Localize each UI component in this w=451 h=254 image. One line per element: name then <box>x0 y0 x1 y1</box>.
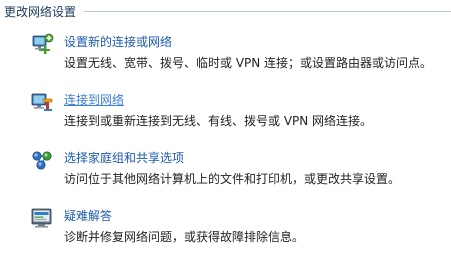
task-setup-new-connection: 设置新的连接或网络 设置无线、宽带、拨号、临时或 VPN 连接；或设置路由器或访… <box>30 32 445 76</box>
connect-to-network-description: 连接到或重新连接到无线、有线、拨号或 VPN 网络连接。 <box>64 114 373 128</box>
task-homegroup-sharing: 选择家庭组和共享选项 访问位于其他网络计算机上的文件和打印机，或更改共享设置。 <box>30 148 445 192</box>
connect-to-network-link[interactable]: 连接到网络 <box>64 92 124 108</box>
section-title: 更改网络设置 <box>4 4 77 19</box>
connect-network-icon <box>30 90 54 114</box>
homegroup-icon <box>30 148 54 172</box>
troubleshoot-description: 诊断并修复网络问题，或获得故障排除信息。 <box>64 230 305 244</box>
troubleshoot-link[interactable]: 疑难解答 <box>64 208 112 224</box>
homegroup-sharing-link[interactable]: 选择家庭组和共享选项 <box>64 150 184 166</box>
task-troubleshoot: 疑难解答 诊断并修复网络问题，或获得故障排除信息。 <box>30 206 445 250</box>
section-divider <box>84 11 451 12</box>
homegroup-sharing-description: 访问位于其他网络计算机上的文件和打印机，或更改共享设置。 <box>64 172 401 186</box>
section-header: 更改网络设置 <box>4 2 451 20</box>
setup-new-connection-description: 设置无线、宽带、拨号、临时或 VPN 连接；或设置路由器或访问点。 <box>64 56 433 70</box>
new-connection-icon <box>30 32 54 56</box>
change-network-settings-section: 更改网络设置 设置新的连接或网络 设置无线、宽带、拨号、临时或 VPN 连接；或… <box>0 0 451 254</box>
troubleshoot-icon <box>30 206 54 230</box>
task-connect-to-network: 连接到网络 连接到或重新连接到无线、有线、拨号或 VPN 网络连接。 <box>30 90 445 134</box>
setup-new-connection-link[interactable]: 设置新的连接或网络 <box>64 34 172 50</box>
